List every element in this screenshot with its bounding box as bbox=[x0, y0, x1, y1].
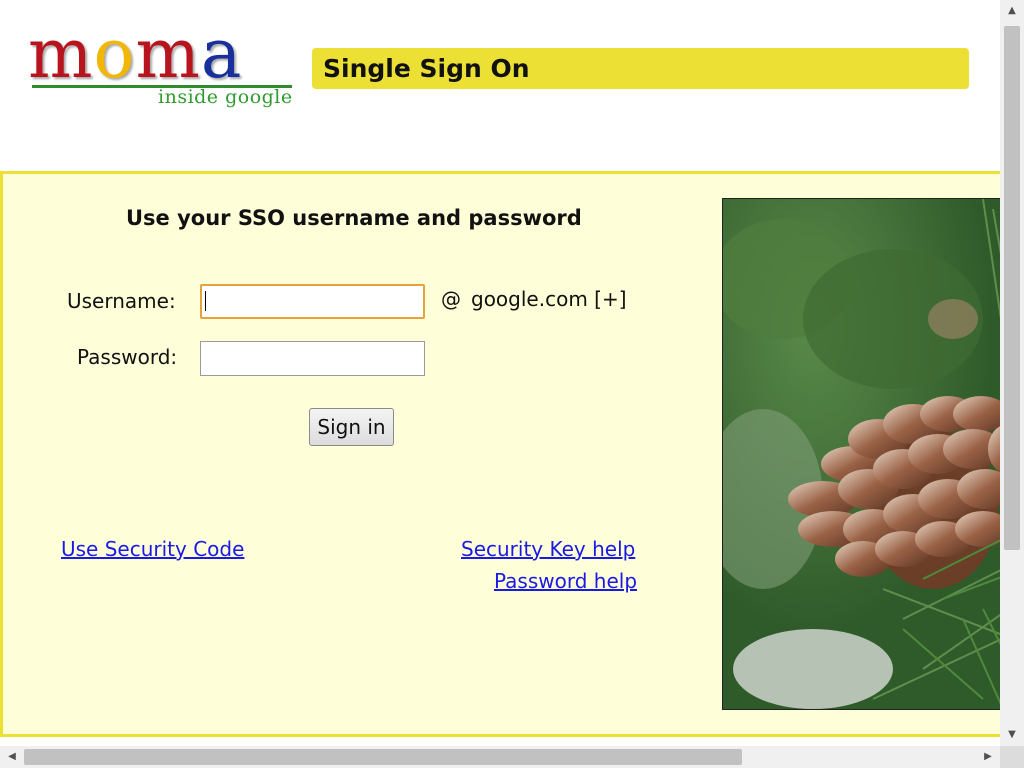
horizontal-scrollbar[interactable]: ◀ ▶ bbox=[0, 746, 1000, 768]
scroll-left-icon[interactable]: ◀ bbox=[2, 746, 22, 768]
sign-in-button[interactable]: Sign in bbox=[309, 408, 394, 446]
logo-letter: m bbox=[28, 15, 94, 94]
domain-selector[interactable]: google.com [+] bbox=[471, 287, 627, 311]
password-help-link[interactable]: Password help bbox=[494, 569, 637, 593]
scroll-down-icon[interactable]: ▼ bbox=[1000, 726, 1024, 744]
vertical-scrollbar[interactable]: ▲ ▼ bbox=[1000, 0, 1024, 746]
password-label: Password: bbox=[77, 345, 178, 369]
horizontal-scroll-thumb[interactable] bbox=[24, 749, 742, 765]
vertical-scroll-thumb[interactable] bbox=[1004, 26, 1020, 550]
logo-letter: m bbox=[135, 15, 201, 94]
logo-letter: o bbox=[93, 15, 136, 94]
at-symbol: @ bbox=[441, 287, 461, 311]
domain-suffix: @ google.com [+] bbox=[441, 287, 627, 311]
username-label: Username: bbox=[67, 289, 176, 313]
scroll-right-icon[interactable]: ▶ bbox=[978, 746, 998, 768]
page-title: Single Sign On bbox=[312, 48, 969, 89]
pine-cone-photo bbox=[722, 198, 1000, 710]
security-key-help-link[interactable]: Security Key help bbox=[461, 537, 635, 561]
pine-cone-image bbox=[723, 199, 1000, 709]
username-input[interactable] bbox=[200, 284, 425, 319]
scrollbar-corner bbox=[1000, 746, 1024, 768]
logo-wordmark: moma bbox=[28, 18, 242, 92]
text-caret bbox=[205, 291, 206, 311]
page-viewport: moma inside google Single Sign On Use yo… bbox=[0, 0, 1000, 746]
moma-logo: moma inside google bbox=[28, 18, 298, 118]
password-input[interactable] bbox=[200, 341, 425, 376]
logo-letter: a bbox=[200, 15, 243, 94]
login-heading: Use your SSO username and password bbox=[126, 206, 582, 230]
use-security-code-link[interactable]: Use Security Code bbox=[61, 537, 244, 561]
logo-tagline: inside google bbox=[158, 86, 293, 108]
scroll-up-icon[interactable]: ▲ bbox=[1000, 2, 1024, 20]
